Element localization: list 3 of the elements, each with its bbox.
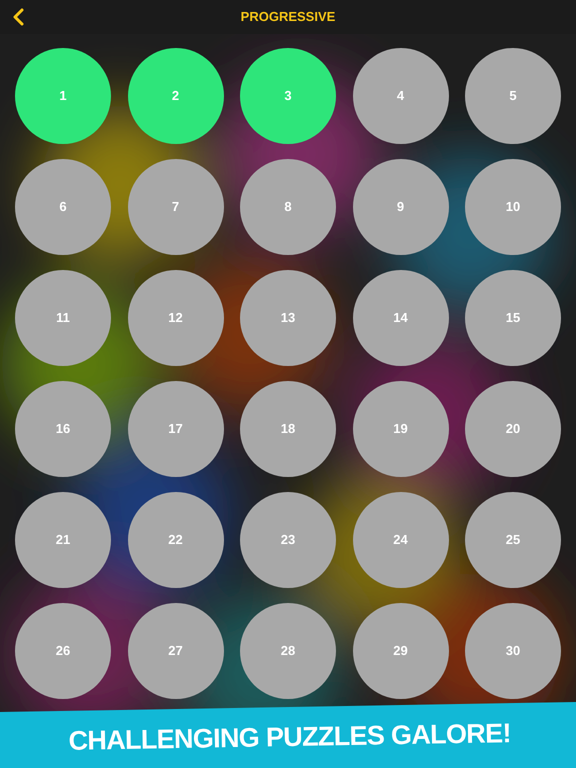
back-chevron-icon xyxy=(11,8,25,26)
screen-title: PROGRESSIVE xyxy=(240,8,336,26)
banner-text: CHALLENGING PUZZLES GALORE! xyxy=(68,717,512,758)
